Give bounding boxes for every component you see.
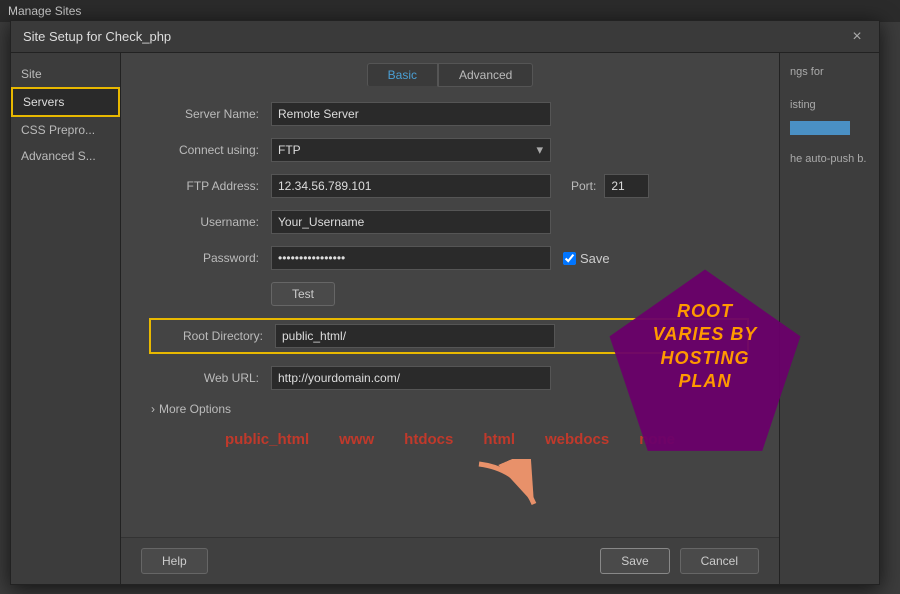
opt-htdocs: htdocs	[404, 431, 453, 448]
ftp-address-label: FTP Address:	[151, 179, 271, 193]
help-button[interactable]: Help	[141, 548, 208, 574]
cancel-button[interactable]: Cancel	[680, 548, 759, 574]
ftp-address-input[interactable]	[271, 174, 551, 198]
footer-buttons-right: Save Cancel	[600, 548, 759, 574]
site-setup-title: Site Setup for Check_php	[23, 29, 171, 44]
right-panel-text3: he auto-push b.	[790, 153, 866, 165]
port-input[interactable]	[604, 174, 649, 198]
sidebar: Site Servers CSS Prepro... Advanced S...	[11, 53, 121, 584]
connect-using-select[interactable]: FTP SFTP FTP over SSL/TLS	[271, 138, 551, 162]
ftp-address-row: FTP Address: Port:	[151, 174, 749, 198]
dialog-footer: Help	[121, 537, 779, 584]
right-panel-text2: isting	[790, 99, 816, 111]
web-url-input[interactable]	[271, 366, 551, 390]
manage-sites-window: Manage Sites Site Setup for Check_php × …	[0, 0, 900, 594]
sidebar-item-css[interactable]: CSS Prepro...	[11, 117, 120, 143]
connect-using-wrapper: FTP SFTP FTP over SSL/TLS	[271, 138, 551, 162]
username-label: Username:	[151, 215, 271, 229]
test-button[interactable]: Test	[271, 282, 335, 306]
site-setup-titlebar: Site Setup for Check_php ×	[11, 21, 879, 53]
password-input[interactable]	[271, 246, 551, 270]
port-label: Port:	[571, 179, 596, 193]
save-button[interactable]: Save	[600, 548, 669, 574]
save-password-checkbox[interactable]	[563, 252, 576, 265]
web-url-label: Web URL:	[151, 371, 271, 385]
right-panel-bar	[790, 121, 850, 135]
server-name-row: Server Name:	[151, 102, 749, 126]
pentagon-text: RootVaries byhostingplan	[620, 300, 790, 394]
sidebar-item-advanced[interactable]: Advanced S...	[11, 143, 120, 169]
sidebar-item-servers[interactable]: Servers	[11, 87, 120, 117]
arrow-annotation	[469, 459, 549, 519]
right-panel-text1: ngs for	[790, 66, 824, 78]
manage-sites-titlebar: Manage Sites	[0, 0, 900, 22]
server-name-label: Server Name:	[151, 107, 271, 121]
chevron-right-icon: ›	[151, 402, 155, 416]
connect-using-label: Connect using:	[151, 143, 271, 157]
connect-using-row: Connect using: FTP SFTP FTP over SSL/TLS	[151, 138, 749, 162]
more-options-toggle[interactable]: › More Options	[151, 402, 231, 416]
server-name-input[interactable]	[271, 102, 551, 126]
root-directory-label: Root Directory:	[155, 329, 275, 343]
tab-basic[interactable]: Basic	[367, 63, 438, 87]
close-button[interactable]: ×	[847, 27, 867, 47]
username-row: Username:	[151, 210, 749, 234]
opt-public-html: public_html	[225, 431, 309, 448]
password-label: Password:	[151, 251, 271, 265]
tab-advanced[interactable]: Advanced	[438, 63, 533, 87]
tabs-row: Basic Advanced	[121, 53, 779, 87]
manage-sites-title: Manage Sites	[8, 4, 81, 18]
opt-html: html	[483, 431, 515, 448]
pentagon-annotation: RootVaries byhostingplan	[600, 260, 810, 470]
port-group: Port:	[551, 174, 649, 198]
root-directory-input[interactable]	[275, 324, 555, 348]
username-input[interactable]	[271, 210, 551, 234]
opt-www: www	[339, 431, 374, 448]
sidebar-item-site[interactable]: Site	[11, 61, 120, 87]
